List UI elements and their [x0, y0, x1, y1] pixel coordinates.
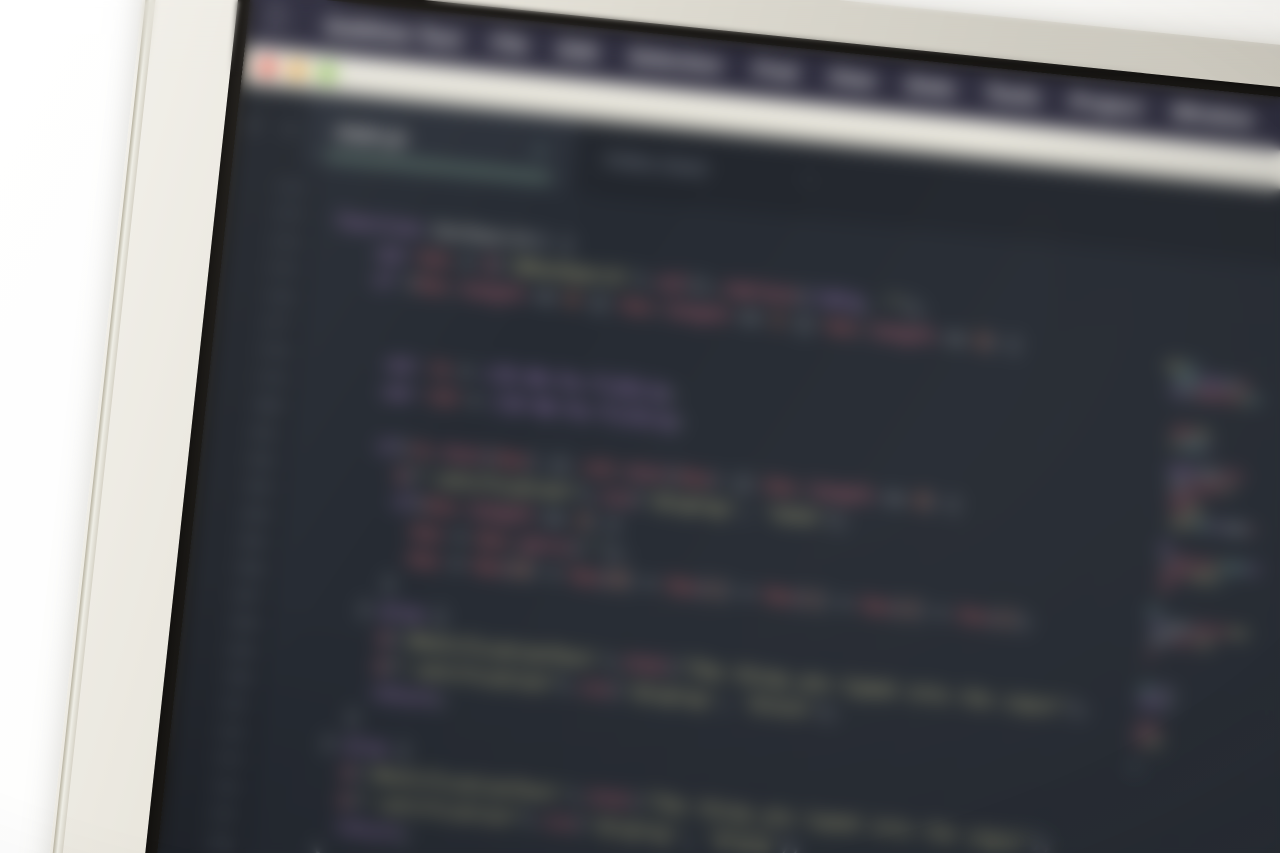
tab-label: main.js: [335, 120, 409, 150]
minimap-token: [1224, 485, 1233, 491]
minimap-token: [1146, 739, 1161, 745]
minimap-token: [1239, 395, 1247, 401]
menu-item-view[interactable]: View: [812, 64, 892, 96]
minimap-token: [1212, 523, 1221, 529]
menu-item-find[interactable]: Find: [737, 56, 814, 87]
minimap-token: [1249, 566, 1259, 572]
minimap-token: [1161, 570, 1178, 577]
minimap-token: [1219, 576, 1224, 582]
minimap-token: [1181, 442, 1205, 449]
minimap-token: [1195, 430, 1209, 437]
minimap-token: [1151, 622, 1162, 628]
minimap-token: [1223, 525, 1247, 532]
minimap-token: [1170, 519, 1193, 526]
menu-item-goto[interactable]: Goto: [889, 72, 971, 104]
minimap-token: [1207, 445, 1212, 450]
minimap-token: [1154, 596, 1156, 601]
minimap-token: [1221, 394, 1237, 400]
minimap-token: [1172, 389, 1186, 395]
minimap-token: [1213, 563, 1221, 568]
menu-item-project[interactable]: Project: [1054, 88, 1159, 122]
minimap-token: [1215, 628, 1227, 634]
minimap-token: [1171, 558, 1194, 566]
minimap-token: [1162, 558, 1169, 563]
minimap-token: [1188, 482, 1196, 487]
zoom-button[interactable]: [317, 63, 337, 82]
minimap-token: [1186, 508, 1202, 514]
minimap-token: [1173, 376, 1201, 383]
minimap-token: [1148, 648, 1157, 653]
minimap-token: [1195, 561, 1211, 567]
minimap-token: [1197, 365, 1200, 370]
minimap-token: [1223, 564, 1247, 571]
tab-label: index.html: [603, 147, 709, 180]
minimap-token: [1148, 608, 1161, 615]
minimap-token: [1238, 382, 1249, 388]
minimap-token: [1249, 527, 1256, 533]
minimap-token: [1160, 727, 1163, 732]
laptop-screen:  Sublime Text File Edit Selection Find …: [144, 0, 1280, 853]
minimap-token: [1179, 572, 1189, 578]
menu-item-tools[interactable]: Tools: [969, 80, 1057, 112]
minimap-token: [1196, 496, 1201, 501]
minimap-token: [1173, 637, 1187, 643]
minimap-token: [1229, 630, 1248, 636]
minimap-token: [1195, 522, 1211, 528]
minimap-token: [1159, 583, 1171, 589]
minimap-token: [1140, 686, 1155, 692]
minimap-token: [1197, 391, 1220, 398]
minimap-token: [1138, 699, 1164, 706]
menu-item-edit[interactable]: Edit: [542, 36, 615, 67]
minimap-token: [1172, 506, 1185, 512]
minimap-token: [1169, 493, 1195, 500]
menu-item-file[interactable]: File: [476, 30, 545, 61]
code-area: 172 173 174 175 176 177 178 179 180 181 182 183 184 1…: [144, 159, 1280, 853]
minimap-token: [1188, 639, 1196, 644]
minimap-token: [1166, 362, 1184, 369]
minimap-token: [1249, 397, 1260, 403]
menu-item-help[interactable]: Help: [1267, 110, 1280, 142]
tab-close-icon[interactable]: ×: [802, 168, 815, 191]
minimap-token: [1188, 390, 1195, 396]
minimap-token: [1142, 660, 1145, 665]
minimap-token: [1224, 381, 1237, 387]
photograph-of-laptop-screen:  Sublime Text File Edit Selection Find …: [0, 0, 1280, 853]
minimap-token: [1159, 544, 1172, 550]
sublime-text-editor: ‹ › main.js × index.html × 172 173 174 175 1…: [144, 83, 1280, 853]
nav-forward-icon[interactable]: ›: [270, 110, 308, 144]
minimap-token: [1134, 738, 1144, 744]
minimap-token: [1166, 702, 1173, 707]
minimap-token: [1185, 364, 1195, 370]
minimap-token: [1149, 635, 1171, 642]
close-button[interactable]: [258, 57, 277, 76]
menu-item-selection[interactable]: Selection: [612, 44, 739, 81]
minimap-token: [1170, 480, 1186, 486]
minimap-token: [1157, 688, 1166, 693]
minimap-token: [1197, 640, 1213, 646]
minimap-token: [1172, 428, 1193, 435]
minimap-token: [1237, 474, 1244, 479]
minimap-token: [1170, 441, 1179, 447]
nav-back-icon[interactable]: ‹: [235, 106, 273, 140]
minimap-token: [1221, 472, 1236, 478]
apple-logo-icon[interactable]: : [265, 3, 288, 35]
menu-item-sublime-text[interactable]: Sublime Text: [309, 12, 479, 55]
minimap-token: [1198, 470, 1220, 477]
minimap-token: [1135, 725, 1158, 732]
minimap-token: [1202, 379, 1222, 386]
minimap-token: [1131, 763, 1138, 769]
minimap-token: [1167, 689, 1174, 694]
minimap-token: [1193, 626, 1213, 633]
minimap-token: [1165, 532, 1168, 537]
menu-item-window[interactable]: Window: [1156, 99, 1270, 134]
macbook-laptop:  Sublime Text File Edit Selection Find …: [36, 0, 1280, 853]
minimap-token: [1198, 483, 1222, 490]
minimap-token: [1164, 623, 1191, 631]
minimap-token: [1168, 467, 1196, 474]
minimap-token: [1191, 574, 1217, 581]
tab-close-icon[interactable]: ×: [533, 141, 546, 164]
screen-bezel:  Sublime Text File Edit Selection Find …: [131, 0, 1280, 853]
minimize-button[interactable]: [287, 60, 307, 79]
